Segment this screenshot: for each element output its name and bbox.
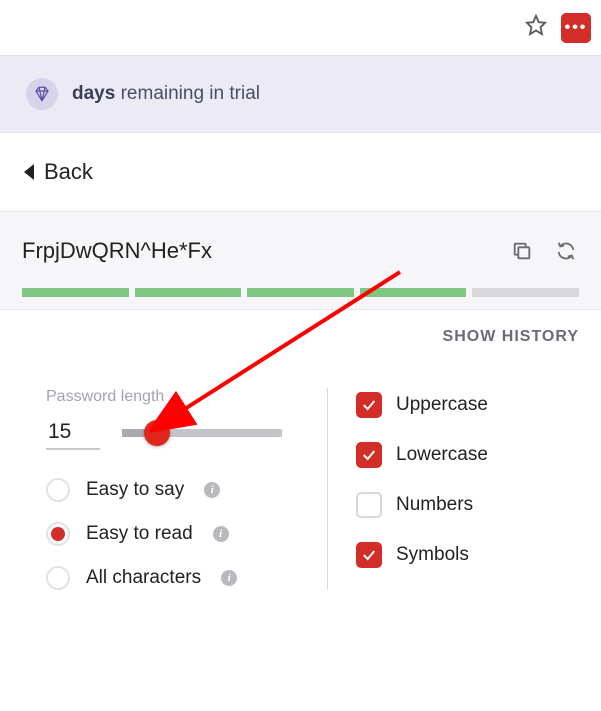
checkbox-icon [356, 542, 382, 568]
radio-icon [46, 478, 70, 502]
length-label: Password length [46, 388, 309, 406]
char-label: Numbers [396, 494, 473, 516]
checkbox-icon [356, 442, 382, 468]
info-icon[interactable]: i [221, 570, 237, 586]
length-slider[interactable] [122, 418, 282, 448]
options-panel: Password length Easy to sayiEasy to read… [0, 354, 601, 600]
char-option[interactable]: Uppercase [356, 392, 591, 418]
back-arrow-icon [24, 164, 34, 180]
strength-segment [360, 288, 467, 297]
mode-label: Easy to read [86, 523, 193, 545]
strength-meter [22, 288, 579, 297]
trial-days-label: days [72, 83, 115, 104]
mode-option[interactable]: Easy to say i [46, 478, 309, 502]
radio-icon [46, 566, 70, 590]
mode-list: Easy to say i Easy to read i All characters i [46, 478, 309, 590]
mode-option[interactable]: All characters i [46, 566, 309, 590]
back-label: Back [44, 159, 93, 185]
extension-badge[interactable]: ••• [561, 13, 591, 43]
back-button[interactable]: Back [0, 132, 601, 212]
strength-segment [247, 288, 354, 297]
char-option[interactable]: Symbols [356, 542, 591, 568]
show-history-button[interactable]: SHOW HISTORY [0, 310, 601, 354]
mode-label: All characters [86, 567, 201, 589]
trial-banner: days remaining in trial [0, 56, 601, 132]
mode-option[interactable]: Easy to read i [46, 522, 309, 546]
char-label: Uppercase [396, 394, 488, 416]
char-option[interactable]: Lowercase [356, 442, 591, 468]
checkbox-icon [356, 492, 382, 518]
extension-badge-glyph: ••• [565, 19, 588, 37]
info-icon[interactable]: i [204, 482, 220, 498]
diamond-icon [26, 78, 58, 110]
char-option[interactable]: Numbers [356, 492, 591, 518]
char-label: Symbols [396, 544, 469, 566]
trial-remaining-label: remaining in trial [121, 83, 260, 104]
password-section: FrpjDwQRN^He*Fx [0, 212, 601, 310]
length-input[interactable] [46, 416, 100, 450]
regenerate-button[interactable] [553, 238, 579, 264]
char-check-list: Uppercase Lowercase Numbers Symbols [356, 392, 591, 568]
strength-segment [22, 288, 129, 297]
mode-label: Easy to say [86, 479, 184, 501]
strength-segment [135, 288, 242, 297]
char-label: Lowercase [396, 444, 488, 466]
generated-password: FrpjDwQRN^He*Fx [22, 238, 491, 264]
browser-toolbar: ••• [0, 0, 601, 56]
radio-icon [46, 522, 70, 546]
info-icon[interactable]: i [213, 526, 229, 542]
strength-segment [472, 288, 579, 297]
slider-thumb[interactable] [144, 420, 170, 446]
trial-text: days remaining in trial [72, 83, 260, 105]
bookmark-star-icon[interactable] [525, 14, 547, 41]
checkbox-icon [356, 392, 382, 418]
copy-button[interactable] [509, 238, 535, 264]
